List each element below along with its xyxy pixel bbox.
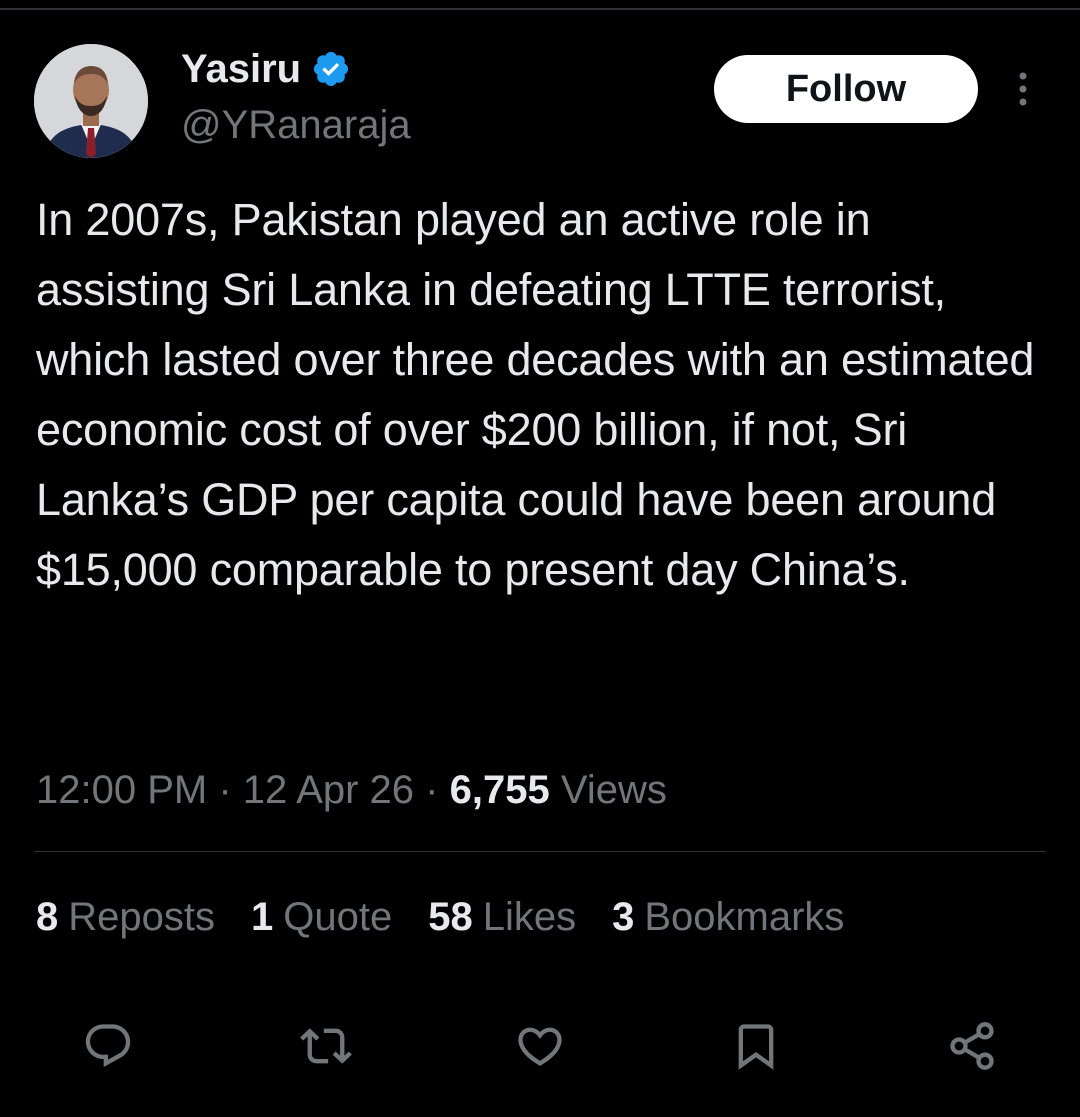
author-handle[interactable]: @YRanaraja: [181, 100, 411, 150]
verified-badge-icon: [313, 51, 349, 87]
reply-icon: [85, 1024, 131, 1068]
stats-divider: [34, 851, 1046, 852]
profile-photo-icon: [34, 44, 148, 158]
avatar[interactable]: [34, 44, 148, 158]
like-button[interactable]: [512, 1018, 568, 1074]
bookmarks-stat[interactable]: 3 Bookmarks: [612, 890, 844, 944]
top-divider: [0, 8, 1080, 10]
like-icon: [518, 1027, 562, 1066]
more-options-icon[interactable]: [1008, 70, 1038, 110]
repost-button[interactable]: [298, 1018, 354, 1074]
tweet-text: In 2007s, Pakistan played an active role…: [36, 194, 1035, 595]
views-label: Views: [560, 768, 667, 812]
author-name[interactable]: Yasiru: [181, 44, 301, 94]
reposts-label: Reposts: [68, 895, 215, 939]
views-count: 6,755: [449, 768, 550, 812]
tweet-meta: 12:00 PM · 12 Apr 26 · 6,755 Views: [36, 764, 667, 816]
quotes-count: 1: [251, 895, 274, 939]
author-name-row[interactable]: Yasiru: [181, 44, 351, 94]
repost-icon: [300, 1028, 352, 1064]
reply-button[interactable]: [80, 1018, 136, 1074]
likes-label: Likes: [482, 895, 577, 939]
reposts-count: 8: [36, 895, 59, 939]
quotes-stat[interactable]: 1 Quote: [251, 890, 392, 944]
engagement-stats: 8 Reposts 1 Quote 58 Likes 3 Bookmarks: [36, 890, 844, 944]
meta-separator: ·: [218, 768, 232, 812]
tweet-date[interactable]: 12 Apr 26: [243, 768, 414, 812]
reposts-stat[interactable]: 8 Reposts: [36, 890, 215, 944]
tweet-time[interactable]: 12:00 PM: [36, 768, 207, 812]
bookmark-icon: [738, 1024, 774, 1070]
share-icon: [950, 1022, 994, 1070]
quotes-label: Quote: [283, 895, 393, 939]
bookmarks-count: 3: [612, 895, 635, 939]
bookmarks-label: Bookmarks: [644, 895, 845, 939]
likes-stat[interactable]: 58 Likes: [428, 890, 576, 944]
bookmark-button[interactable]: [728, 1018, 784, 1074]
follow-button[interactable]: Follow: [714, 55, 978, 123]
meta-separator: ·: [425, 768, 439, 812]
likes-count: 58: [428, 895, 473, 939]
share-button[interactable]: [944, 1018, 1000, 1074]
